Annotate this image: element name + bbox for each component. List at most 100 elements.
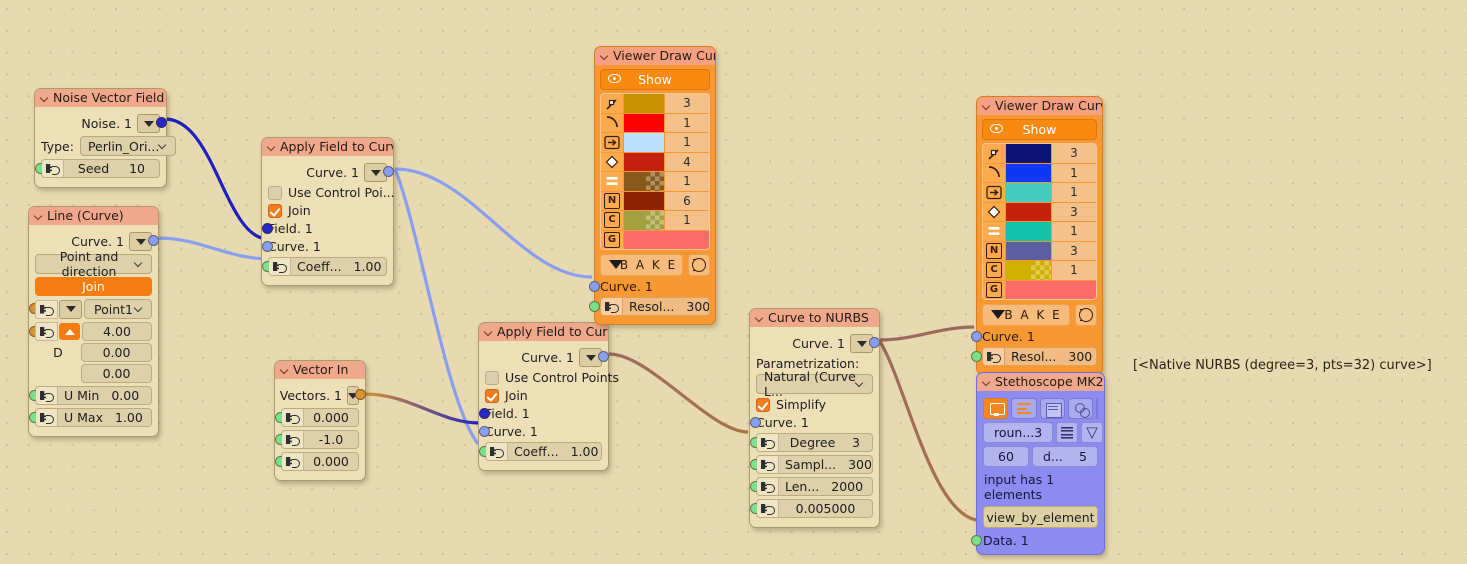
c-letter-icon[interactable]: C — [601, 211, 624, 230]
parametrization-row[interactable]: Natural (Curve L... — [756, 369, 873, 399]
viewer-setting-row[interactable]: 3 — [983, 202, 1096, 222]
color-swatch[interactable] — [1006, 144, 1051, 163]
curve-input-row[interactable]: Curve. 1 — [589, 279, 710, 294]
node-header[interactable]: Curve to NURBS — [750, 309, 879, 327]
resolution-row[interactable]: Resol... 300 — [589, 297, 710, 316]
node-stethoscope-mk2[interactable]: Stethoscope MK2 roun... 3 60 — [971, 372, 1105, 555]
node-apply-field-to-curve-top[interactable]: Apply Field to Curve Curve. 1 Use Contro… — [261, 137, 395, 286]
setting-value[interactable]: 1 — [1051, 222, 1096, 241]
umin-row[interactable]: U Min 0.00 — [28, 386, 152, 405]
mode-row[interactable]: Point and direction — [35, 249, 152, 279]
direction-y-field[interactable]: 0.00 — [81, 343, 152, 362]
curve-input-row[interactable]: Curve. 1 — [749, 415, 873, 430]
color-swatch[interactable] — [1006, 261, 1051, 280]
output-socket-row[interactable]: Curve. 1 — [756, 334, 880, 353]
output-socket-curve[interactable] — [868, 337, 880, 348]
setting-value[interactable]: 1 — [664, 113, 709, 132]
vertex-icon[interactable] — [601, 94, 624, 113]
join-button[interactable]: Join — [35, 277, 152, 296]
count-value[interactable]: 60 — [998, 449, 1014, 464]
color-swatch[interactable] — [624, 211, 664, 230]
viewer-setting-row[interactable]: C1 — [983, 261, 1096, 281]
arrow-icon[interactable] — [601, 133, 624, 152]
umin-field[interactable]: U Min 0.00 — [35, 386, 152, 405]
monitor-icon[interactable] — [983, 398, 1009, 419]
chevron-down-icon[interactable] — [484, 328, 493, 337]
degree-row[interactable]: Degree 3 — [749, 433, 873, 452]
resolution-value[interactable]: 300 — [1062, 349, 1096, 364]
setting-value[interactable]: 1 — [664, 133, 709, 152]
output-socket-row[interactable]: Vectors. 1 — [280, 386, 366, 405]
color-swatch[interactable] — [624, 94, 664, 113]
depth-field[interactable]: d... 5 — [1032, 446, 1098, 467]
length-row[interactable]: Len... 2000 — [749, 477, 873, 496]
tolerance-value[interactable]: 0.005000 — [779, 501, 872, 516]
node-noise-vector-field[interactable]: Noise Vector Field Noise. 1 Type: Perlin… — [34, 88, 177, 188]
vertex-icon[interactable] — [983, 144, 1006, 163]
output-socket-curve[interactable] — [597, 351, 609, 362]
list-icon[interactable] — [1056, 422, 1079, 443]
curve-input-row[interactable]: Curve. 1 — [261, 239, 387, 254]
direction-y-row[interactable]: D 0.00 — [35, 343, 152, 362]
filter-icon[interactable] — [1081, 422, 1104, 443]
color-swatch[interactable] — [1006, 183, 1051, 202]
x-row[interactable]: 0.000 — [274, 408, 359, 427]
sheet-icon[interactable] — [1039, 398, 1065, 419]
n-letter-icon[interactable]: N — [601, 191, 624, 210]
direction-z-row[interactable]: 0.00 — [35, 364, 152, 383]
input-socket-curve[interactable] — [261, 241, 273, 252]
viewer-setting-row[interactable]: 1 — [983, 222, 1096, 242]
resolution-value[interactable]: 300 — [680, 299, 709, 314]
field-input-row[interactable]: Field. 1 — [261, 221, 387, 236]
color-swatch[interactable] — [1006, 280, 1096, 299]
c-letter-icon[interactable]: C — [983, 261, 1006, 280]
input-socket-field[interactable] — [478, 408, 490, 419]
viewer-setting-row[interactable]: G — [983, 280, 1096, 299]
use-control-points-checkbox[interactable] — [485, 370, 499, 385]
chevron-down-icon[interactable] — [982, 378, 991, 387]
input-socket-curve[interactable] — [589, 281, 600, 292]
setting-value[interactable]: 1 — [1051, 163, 1096, 182]
node-header[interactable]: Stethoscope MK2 — [977, 373, 1104, 391]
use-control-points-row[interactable]: Use Control Points — [485, 370, 619, 385]
color-swatch[interactable] — [1096, 398, 1098, 419]
seed-field[interactable]: Seed 10 — [41, 159, 160, 178]
viewer-setting-row[interactable]: 3 — [601, 94, 709, 114]
diamond-icon[interactable] — [601, 152, 624, 171]
coeff-row[interactable]: Coeff... 1.00 — [478, 442, 602, 461]
field-input-row[interactable]: Field. 1 — [478, 406, 602, 421]
direction-z-value[interactable]: 0.00 — [97, 366, 137, 381]
resolution-field[interactable]: Resol... 300 — [982, 347, 1097, 366]
bake-options-icon[interactable] — [688, 254, 710, 276]
color-swatch[interactable] — [1006, 163, 1051, 182]
color-swatch[interactable] — [624, 230, 709, 249]
coefficient-field[interactable]: Coeff... 1.00 — [485, 442, 602, 461]
type-row[interactable]: Type: Perlin_Ori... — [41, 136, 177, 156]
input-socket-resolution[interactable] — [589, 301, 600, 312]
input-socket-curve[interactable] — [749, 417, 761, 428]
node-header[interactable]: Apply Field to Curve — [262, 138, 393, 156]
viewer-setting-row[interactable]: C1 — [601, 211, 709, 231]
output-socket-noise[interactable] — [155, 117, 167, 128]
simplify-checkbox[interactable] — [756, 397, 770, 412]
point-row[interactable]: Point1 — [28, 299, 152, 319]
bake-button[interactable]: B A K E — [982, 304, 1070, 326]
node-header[interactable]: Noise Vector Field — [35, 89, 166, 107]
g-letter-icon[interactable]: G — [601, 230, 624, 249]
node-header[interactable]: Apply Field to Curve — [479, 323, 608, 341]
join-checkbox[interactable] — [268, 203, 282, 218]
parametrization-select[interactable]: Natural (Curve L... — [756, 369, 873, 399]
direction-x-row[interactable]: 4.00 — [28, 322, 152, 341]
point-select[interactable]: Point1 — [84, 299, 152, 319]
setting-value[interactable]: 1 — [1051, 261, 1096, 280]
setting-value[interactable]: 3 — [1051, 202, 1096, 221]
output-socket-vectors[interactable] — [354, 389, 366, 400]
chevron-down-icon[interactable] — [34, 212, 43, 221]
output-socket-row[interactable]: Curve. 1 — [485, 348, 609, 367]
link-icon[interactable] — [1067, 398, 1093, 419]
setting-value[interactable]: 4 — [664, 152, 709, 171]
output-socket-curve[interactable] — [147, 235, 159, 246]
chevron-down-icon[interactable] — [982, 102, 991, 111]
viewer-setting-row[interactable]: 1 — [601, 172, 709, 192]
direction-x-field[interactable]: 4.00 — [82, 322, 152, 341]
